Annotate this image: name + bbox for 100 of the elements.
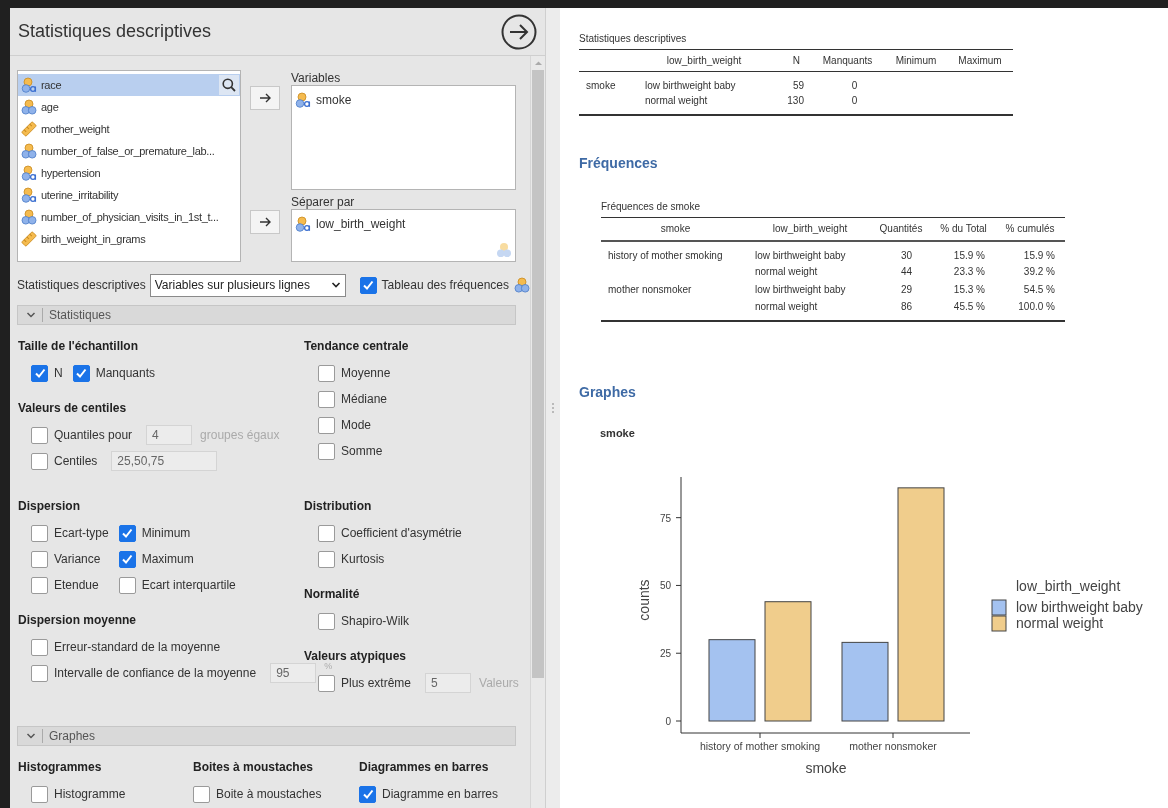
section-header[interactable]: Statistiques — [17, 305, 516, 325]
option-label: Somme — [341, 443, 383, 460]
target-item[interactable]: low_birth_weight — [292, 214, 515, 234]
input-field[interactable]: 5 — [425, 673, 472, 693]
checkbox[interactable] — [118, 550, 136, 568]
nominal-variable-icon — [21, 143, 37, 159]
group-title: Histogrammes — [18, 759, 103, 776]
search-button[interactable] — [219, 75, 239, 95]
table-cell: history of mother smoking — [601, 240, 750, 263]
table-cell-text: 44 — [899, 265, 913, 279]
tick-label: history of mother smoking — [699, 740, 821, 752]
table-cell-text: 15.3 % — [952, 283, 986, 297]
column-header: low_birth_weight — [640, 49, 768, 72]
group-title: Diagrammes en barres — [359, 759, 490, 776]
dropdown[interactable]: Variables sur plusieurs lignes — [149, 273, 346, 297]
table-title: Fréquences de smoke — [601, 200, 701, 214]
variable-list-item[interactable]: race — [18, 74, 240, 96]
option-label: Shapiro-Wilk — [341, 613, 409, 630]
table-cell: low birthweight baby — [750, 240, 870, 263]
input-field[interactable]: 95 — [270, 663, 317, 683]
variable-list-item[interactable]: number_of_false_or_premature_lab... — [18, 140, 240, 162]
checkbox[interactable] — [359, 785, 376, 803]
target-label: Séparer par — [291, 194, 356, 209]
checkbox[interactable] — [31, 576, 48, 594]
table-cell-text: mother nonsmoker — [607, 283, 693, 297]
unit-label: groupes égaux — [200, 427, 280, 444]
scroll-up-icon[interactable] — [533, 60, 543, 66]
table-cell: 0 — [810, 71, 885, 93]
column-header: Minimum — [885, 49, 947, 72]
option-label: Histogramme — [54, 786, 126, 803]
chevron-icon — [26, 310, 36, 320]
checkbox[interactable] — [359, 276, 377, 294]
checkbox[interactable] — [318, 612, 335, 630]
checkbox[interactable] — [318, 364, 335, 382]
section-heading: Fréquences — [579, 154, 659, 173]
section-header[interactable]: Graphes — [17, 726, 516, 746]
checkbox[interactable] — [31, 452, 48, 470]
input-field[interactable]: 25,50,75 — [111, 451, 218, 471]
table-cell-text: low birthweight baby — [754, 283, 847, 297]
checkbox[interactable] — [318, 674, 335, 692]
table-title: Statistiques descriptives — [579, 32, 688, 46]
option-label: N — [54, 365, 63, 382]
grip-icon[interactable] — [551, 402, 555, 414]
variable-list-item[interactable]: uterine_irritability — [18, 184, 240, 206]
table-cell-text: 29 — [899, 283, 913, 297]
table-cell: 15.9 % — [932, 240, 995, 263]
target-item[interactable]: smoke — [292, 90, 515, 110]
checkbox[interactable] — [118, 524, 136, 542]
checkbox[interactable] — [31, 364, 48, 382]
ruler-icon — [21, 121, 37, 137]
table-cell: 130 — [768, 93, 810, 115]
checkbox[interactable] — [31, 550, 48, 568]
checkbox[interactable] — [31, 785, 48, 803]
option-label: Etendue — [54, 577, 99, 594]
checkbox[interactable] — [31, 524, 48, 542]
checkbox[interactable] — [72, 364, 90, 382]
input-field[interactable]: 4 — [146, 425, 193, 445]
checkbox[interactable] — [31, 426, 48, 444]
checkbox[interactable] — [318, 524, 335, 542]
nominal-text-variable-icon — [21, 187, 37, 203]
checkbox[interactable] — [318, 416, 335, 434]
legend-label: normal weight — [1016, 615, 1104, 631]
group-title: Taille de l'échantillon — [18, 338, 139, 355]
variable-list-item[interactable]: mother_weight — [18, 118, 240, 140]
group-title: Valeurs de centiles — [18, 400, 128, 417]
variable-list-item[interactable]: age — [18, 96, 240, 118]
checkbox[interactable] — [118, 576, 136, 594]
option-label: Plus extrême — [341, 675, 412, 692]
tick-label: 0 — [665, 716, 671, 727]
checkbox[interactable] — [318, 442, 335, 460]
column-header: Manquants — [810, 49, 885, 72]
nominal-variable-icon — [514, 277, 530, 293]
legend-label: low birthweight baby — [1016, 599, 1143, 615]
move-arrow-button[interactable] — [250, 86, 280, 110]
option-label: Médiane — [341, 391, 388, 408]
move-arrow-button[interactable] — [250, 210, 280, 234]
option-label: Variance — [54, 551, 101, 568]
checkbox[interactable] — [318, 390, 335, 408]
nominal-text-variable-icon — [295, 92, 311, 108]
chart-title: smoke — [600, 425, 636, 441]
checkbox[interactable] — [193, 785, 210, 803]
variable-list-item[interactable]: hypertension — [18, 162, 240, 184]
option-label: Ecart-type — [54, 525, 109, 542]
variable-list-item[interactable]: birth_weight_in_grams — [18, 228, 240, 250]
ruler-icon — [21, 231, 37, 247]
checkbox[interactable] — [318, 550, 335, 568]
option-label: Manquants — [95, 365, 156, 382]
tick-label: 75 — [659, 512, 671, 524]
unit-label: Valeurs — [479, 675, 519, 692]
table-cell-text: 23.3 % — [952, 265, 986, 279]
checkmark-icon — [75, 367, 88, 379]
legend-title: low_birth_weight — [1016, 578, 1121, 594]
checkbox[interactable] — [31, 664, 48, 682]
variable-list-item[interactable]: number_of_physician_visits_in_1st_t... — [18, 206, 240, 228]
checkbox[interactable] — [31, 638, 48, 656]
table-cell: normal weight — [640, 93, 768, 115]
group-title: Dispersion moyenne — [18, 612, 138, 629]
scrollbar-thumb[interactable] — [532, 70, 544, 678]
unit-label: % — [324, 660, 333, 673]
option-label: Boite à moustaches — [216, 786, 322, 803]
